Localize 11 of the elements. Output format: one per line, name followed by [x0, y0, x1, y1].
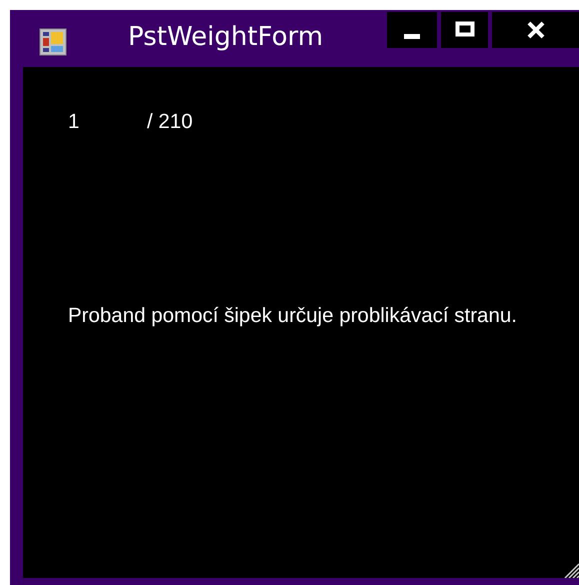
instruction-text: Proband pomocí šipek určuje problikávací stranu. [68, 304, 518, 328]
trial-total: / 210 [147, 110, 193, 134]
app-icon [39, 28, 67, 56]
close-icon [526, 21, 544, 39]
window-title: PstWeightForm [128, 22, 324, 52]
close-button[interactable] [492, 12, 579, 48]
minimize-icon [404, 34, 420, 38]
minimize-button[interactable] [387, 12, 437, 48]
resize-grip-icon [563, 562, 579, 578]
maximize-button[interactable] [441, 12, 488, 48]
current-trial-number: 1 [68, 110, 80, 134]
